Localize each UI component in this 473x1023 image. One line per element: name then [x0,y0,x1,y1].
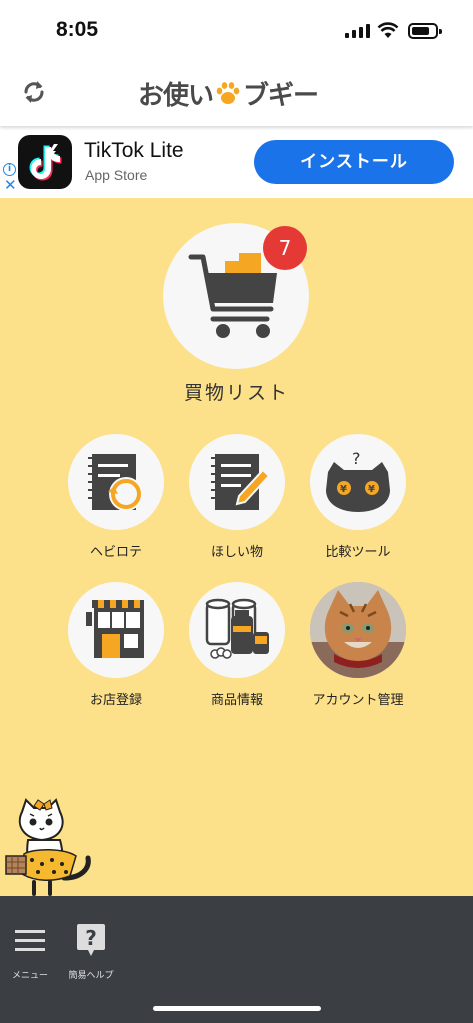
tiktok-app-icon[interactable] [18,135,72,189]
help-icon: ? [77,924,105,956]
product-info-label: 商品情報 [210,693,263,708]
battery-icon [408,23,442,39]
account-label: アカウント管理 [312,693,404,708]
svg-text:¥: ¥ [340,484,347,495]
ad-info-icon[interactable]: i [3,163,16,176]
svg-text:¥: ¥ [368,484,375,495]
tile-account[interactable]: アカウント管理 [308,582,408,712]
tile-compare-tool[interactable]: ? ¥ ¥ 比較ツール [308,434,408,564]
compare-cat-icon: ? ¥ ¥ [310,434,406,530]
shopping-list-label: 買物リスト [183,382,289,404]
wishlist-icon [189,434,285,530]
compare-tool-label: 比較ツール [325,545,391,560]
help-button[interactable]: ? 簡易ヘルプ [61,918,121,988]
store-register-label: お店登録 [89,693,142,708]
tile-store-register[interactable]: お店登録 [66,582,166,712]
store-icon [68,582,164,678]
help-label: 簡易ヘルプ [68,971,114,981]
tile-wishlist[interactable]: ほしい物 [187,434,287,564]
bottom-nav-bar: メニュー ? 簡易ヘルプ [0,896,473,1023]
wifi-icon [377,22,399,38]
svg-text:?: ? [352,449,361,468]
ad-close-icon[interactable]: ✕ [4,178,17,193]
heavy-rotation-label: ヘビロテ [89,545,142,560]
status-time: 8:05 [56,18,99,41]
cart-count-badge: 7 [263,226,307,270]
home-indicator[interactable] [153,1006,321,1011]
install-button[interactable]: インストール [254,140,454,184]
tile-product-info[interactable]: 商品情報 [187,582,287,712]
heavy-rotation-icon [68,434,164,530]
help-glyph: ? [85,926,97,950]
logo-text-2: ブギー [243,80,319,111]
ad-banner[interactable]: i ✕ TikTok Lite App Store インストール [0,126,473,198]
refresh-icon[interactable] [20,78,48,106]
wishlist-label: ほしい物 [210,545,263,560]
account-avatar [310,582,406,678]
ad-store-name: App Store [85,167,148,183]
product-info-icon [189,582,285,678]
status-bar: 8:05 [0,0,473,62]
ad-app-name[interactable]: TikTok Lite [84,139,184,163]
logo-text-1: お使い [138,80,214,111]
signal-icon [345,24,371,38]
cat-mascot-icon [5,798,91,896]
menu-icon [15,930,45,951]
app-logo: お使い ブギー [138,76,319,111]
tile-heavy-rotation[interactable]: ヘビロテ [66,434,166,564]
paw-icon [216,82,240,104]
app-header: お使い ブギー [0,62,473,126]
